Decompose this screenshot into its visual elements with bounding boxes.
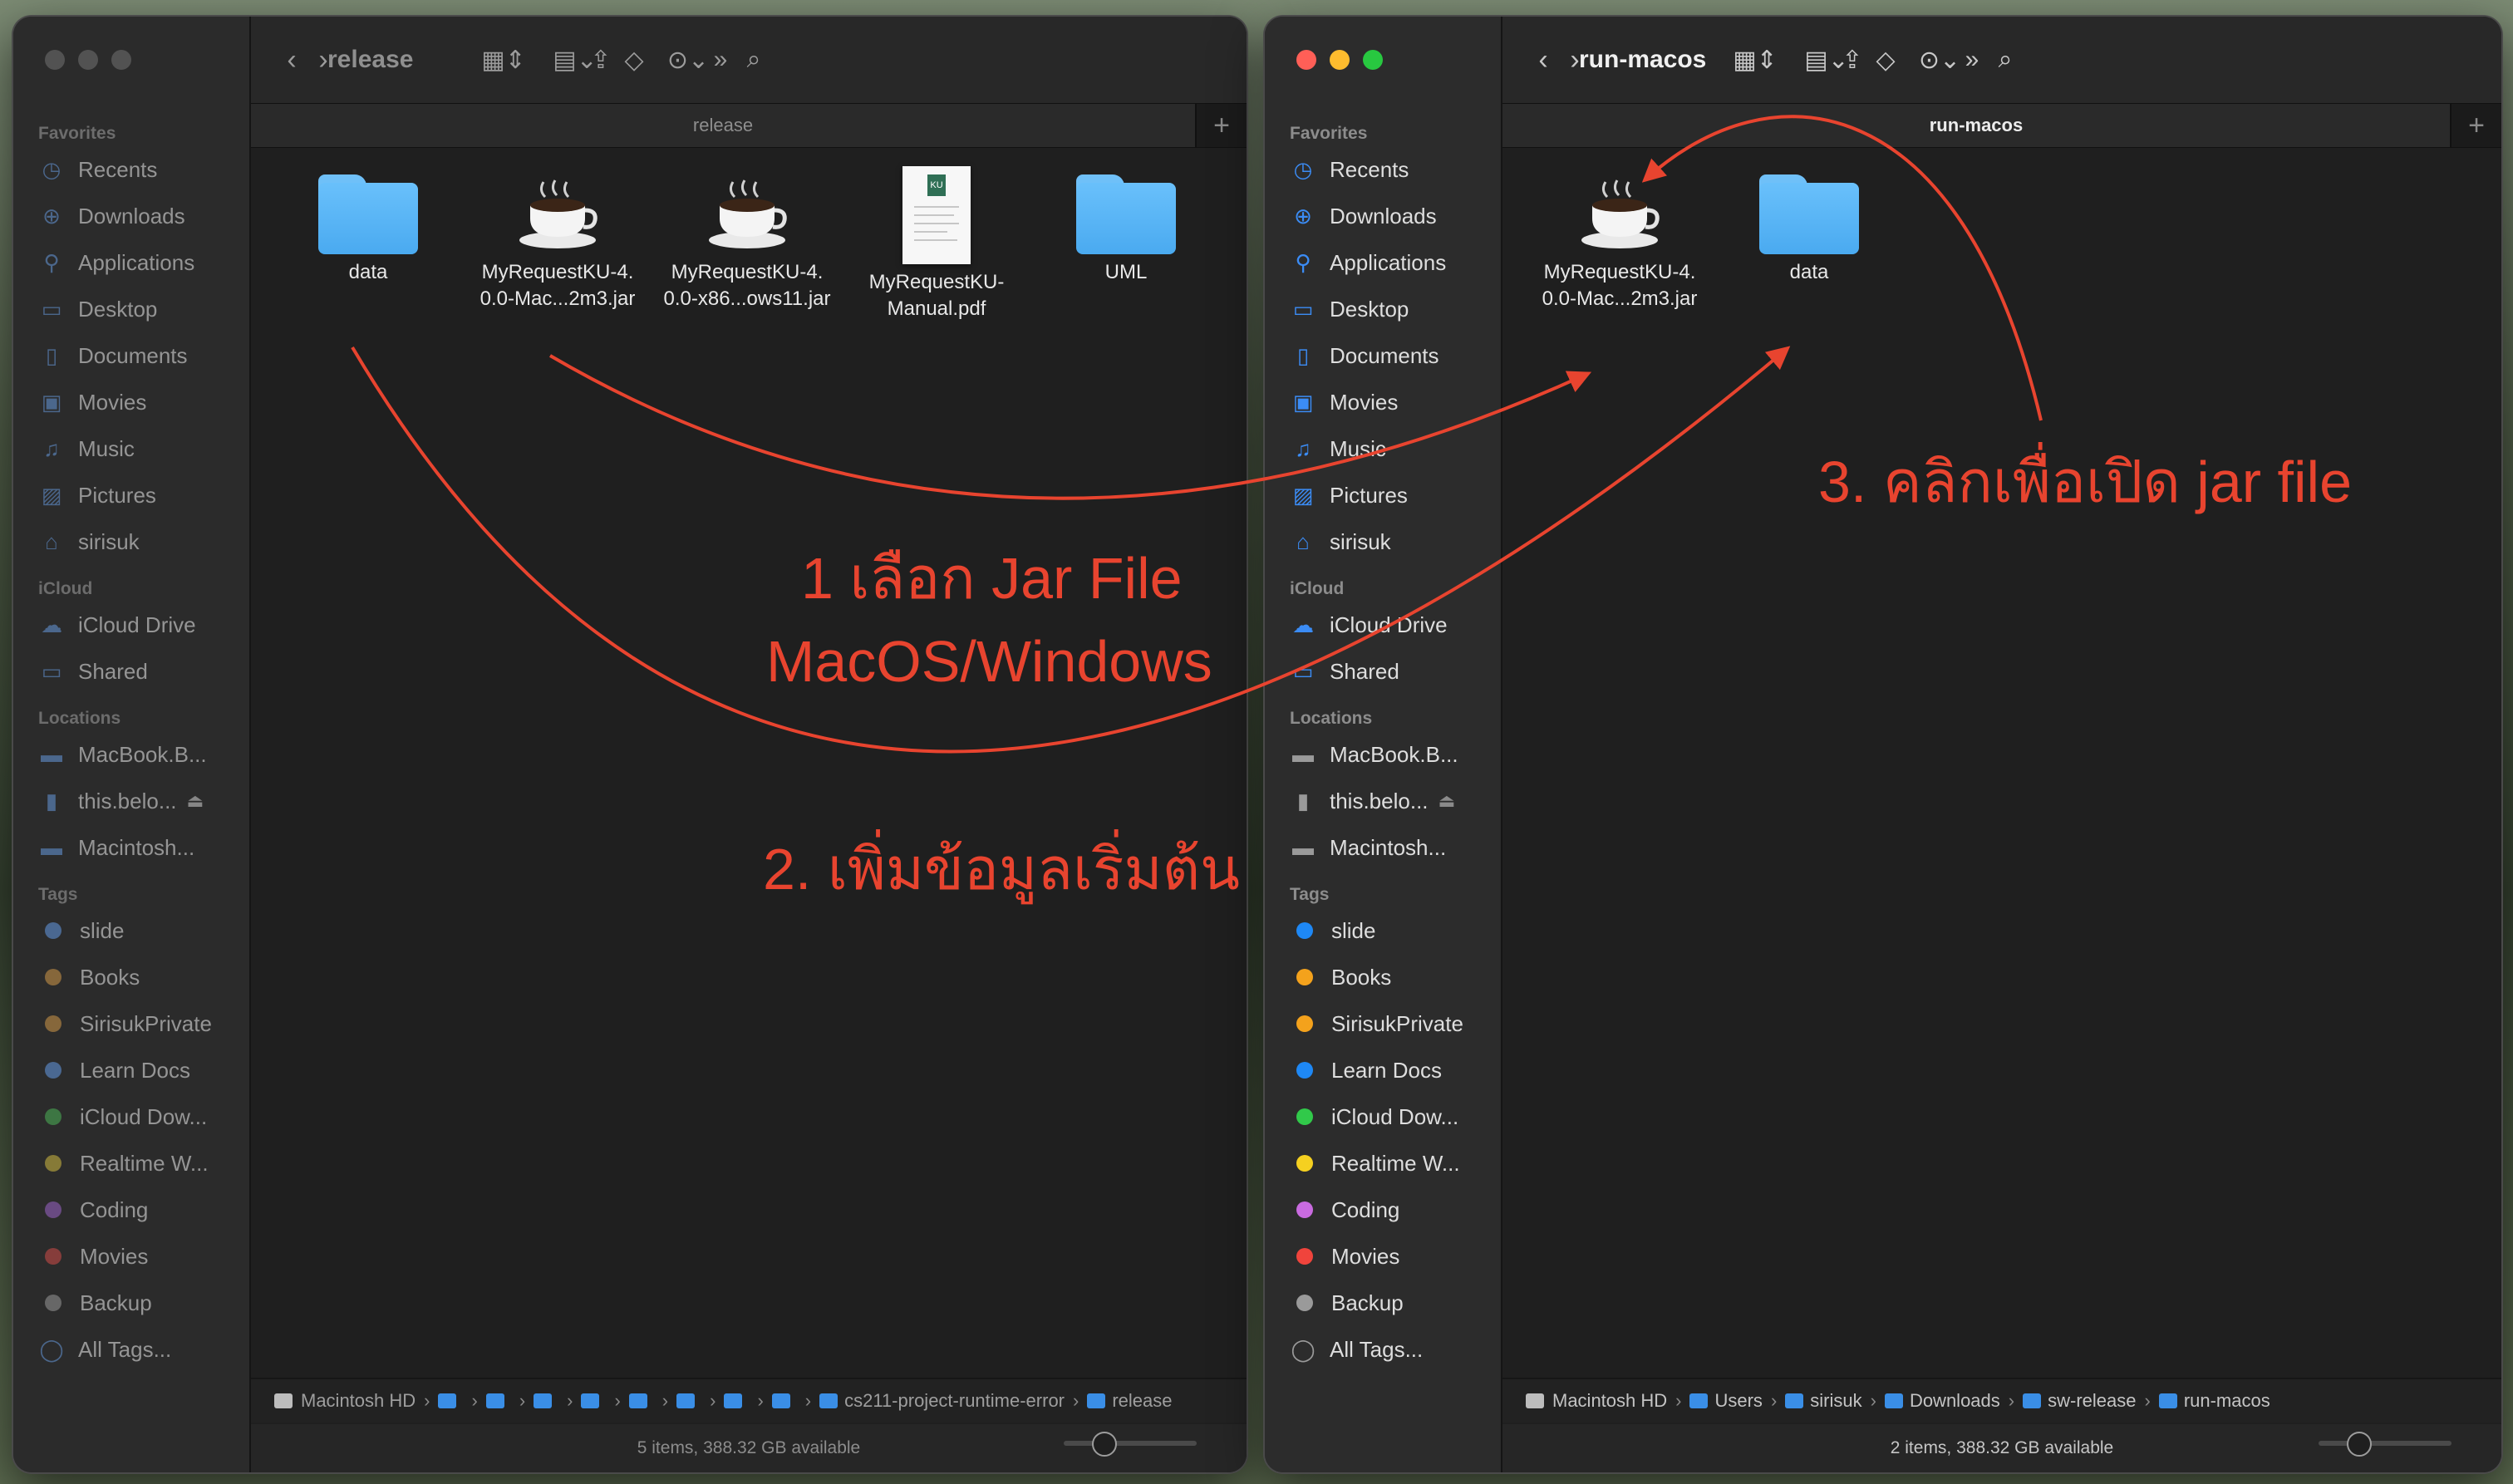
annotation-step2: 2. เพิ่มข้อมูลเริ่มต้น — [763, 837, 1240, 902]
arrow-jar-to-run-macos — [548, 354, 1592, 500]
annotation-step1-line1: 1 เลือก Jar File — [801, 546, 1183, 611]
annotation-arrows — [351, 115, 2043, 754]
annotation-step1-line2: MacOS/Windows — [766, 629, 1212, 694]
arrow-open-jar — [1641, 115, 2043, 421]
annotation-step3: 3. คลิกเพื่อเปิด jar file — [1818, 450, 2353, 514]
